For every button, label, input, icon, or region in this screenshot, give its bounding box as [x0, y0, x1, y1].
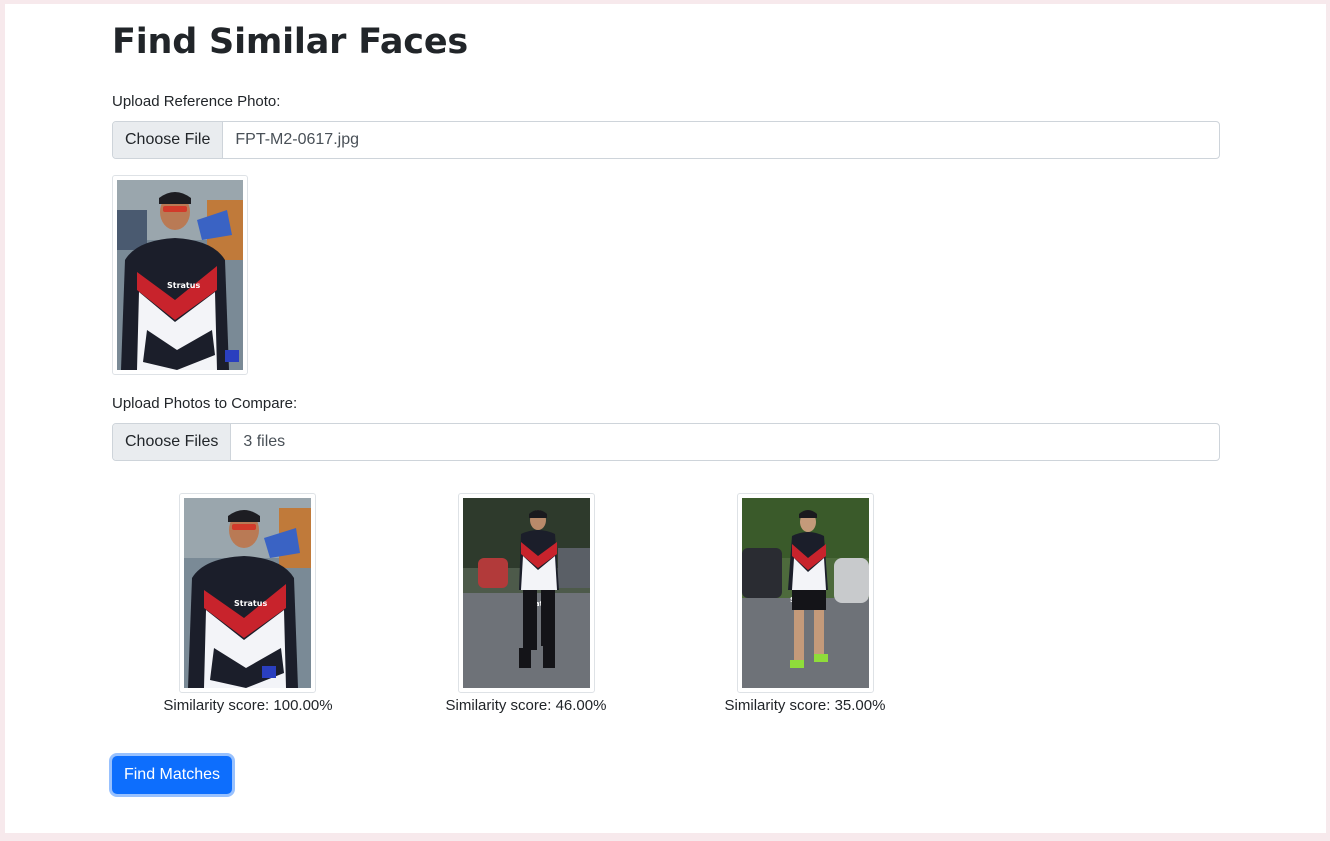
result-photo-3: Stratus: [737, 493, 874, 693]
page-title: Find Similar Faces: [112, 22, 468, 62]
result-photo-1: Stratus: [179, 493, 316, 693]
result-photo-1-image: Stratus: [184, 498, 311, 688]
reference-photo-label: Upload Reference Photo:: [112, 93, 281, 110]
reference-file-name: FPT-M2-0617.jpg: [235, 131, 359, 148]
choose-files-button[interactable]: Choose Files: [113, 424, 232, 460]
result-score-1: Similarity score: 100.00%: [163, 697, 333, 714]
svg-text:Stratus: Stratus: [234, 599, 267, 608]
compare-files-input[interactable]: Choose Files 3 files: [112, 423, 1220, 461]
svg-text:Stratus: Stratus: [167, 281, 200, 290]
result-photo-2-image: Stratus: [463, 498, 590, 688]
reference-photo-image: Stratus: [117, 180, 243, 370]
compare-photos-label: Upload Photos to Compare:: [112, 395, 298, 412]
result-score-3: Similarity score: 35.00%: [724, 697, 886, 714]
choose-file-button[interactable]: Choose File: [113, 122, 224, 158]
find-matches-button[interactable]: Find Matches: [112, 756, 232, 794]
reference-photo-preview: Stratus: [112, 175, 248, 375]
result-photo-3-image: Stratus: [742, 498, 869, 688]
compare-files-summary: 3 files: [243, 433, 286, 450]
result-photo-2: Stratus: [458, 493, 595, 693]
reference-file-input[interactable]: Choose File FPT-M2-0617.jpg: [112, 121, 1220, 159]
result-score-2: Similarity score: 46.00%: [445, 697, 607, 714]
page: Find Similar Faces Upload Reference Phot…: [5, 4, 1326, 833]
